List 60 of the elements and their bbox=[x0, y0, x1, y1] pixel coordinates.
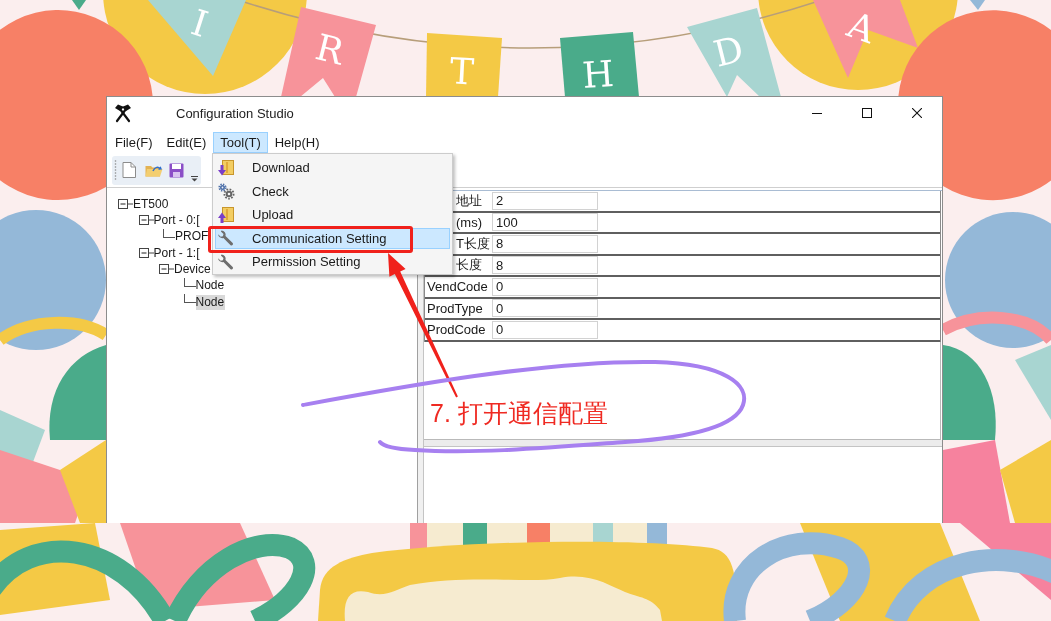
flag-letter: T bbox=[448, 50, 475, 93]
dropdown-item[interactable]: Check bbox=[215, 180, 450, 202]
gears-icon bbox=[217, 182, 235, 201]
download-icon bbox=[217, 158, 235, 177]
minus-box-icon[interactable] bbox=[159, 264, 174, 275]
value-field[interactable]: 0 bbox=[492, 299, 598, 318]
tree-item[interactable]: Node bbox=[195, 294, 226, 310]
new-document-icon[interactable] bbox=[122, 162, 136, 178]
tree-item[interactable]: Port - 0:[ bbox=[153, 213, 201, 228]
dropdown-item[interactable]: Download bbox=[215, 157, 450, 179]
menu-item[interactable]: File(F) bbox=[108, 132, 160, 153]
property-label: 地址 bbox=[456, 192, 482, 208]
value-field[interactable]: 8 bbox=[492, 256, 598, 275]
value-field[interactable]: 0 bbox=[492, 277, 598, 296]
window-title: Configuration Studio bbox=[176, 105, 294, 121]
wrench-icon bbox=[217, 252, 235, 271]
tree-item[interactable]: ET500 bbox=[133, 196, 170, 212]
property-label: T长度 bbox=[456, 235, 490, 251]
value-field[interactable]: 2 bbox=[492, 191, 598, 210]
tree-item[interactable]: Device bbox=[174, 261, 212, 277]
open-folder-icon[interactable] bbox=[145, 163, 163, 177]
property-label: VendCode bbox=[427, 279, 488, 295]
minus-box-icon[interactable] bbox=[138, 215, 154, 226]
value-field[interactable]: 8 bbox=[492, 234, 598, 253]
hammers-icon bbox=[113, 103, 133, 123]
caret-icon[interactable] bbox=[191, 175, 198, 182]
tree-item[interactable]: Port - 1:[ bbox=[153, 245, 201, 261]
annotation-text: 7. 打开通信配置 bbox=[430, 398, 608, 429]
value-field[interactable]: 0 bbox=[492, 320, 598, 339]
value-field[interactable]: 100 bbox=[492, 213, 598, 232]
menu-item[interactable]: Tool(T) bbox=[213, 132, 268, 153]
property-label: 长度 bbox=[456, 257, 482, 273]
grip-icon[interactable] bbox=[114, 160, 117, 180]
flag-letter: D bbox=[709, 28, 748, 75]
save-icon[interactable] bbox=[169, 162, 184, 178]
flag-letter: I bbox=[186, 1, 213, 46]
tree-connector bbox=[163, 228, 175, 238]
minimize-icon bbox=[812, 112, 822, 114]
close-icon bbox=[912, 108, 922, 118]
dropdown-item[interactable]: Upload bbox=[215, 204, 450, 226]
dropdown-item[interactable]: Permission Setting bbox=[215, 251, 450, 273]
tree-item[interactable]: Node bbox=[195, 278, 226, 294]
wrench-icon bbox=[217, 229, 235, 248]
minus-box-icon[interactable] bbox=[138, 248, 154, 259]
maximize-icon bbox=[862, 108, 872, 118]
property-label: ProdCode bbox=[427, 322, 486, 338]
flag-letter: A bbox=[842, 3, 881, 52]
tree-item[interactable]: PROF bbox=[175, 229, 210, 245]
flag-letter: H bbox=[581, 52, 616, 97]
property-label: ProdType bbox=[427, 300, 483, 316]
dropdown-item[interactable]: Communication Setting bbox=[215, 227, 450, 249]
horizontal-splitter[interactable] bbox=[424, 439, 942, 447]
tree-connector bbox=[183, 277, 196, 287]
minus-box-icon[interactable] bbox=[118, 199, 133, 210]
property-label: (ms) bbox=[456, 214, 482, 230]
upload-icon bbox=[217, 205, 235, 224]
menu-item[interactable]: Edit(E) bbox=[159, 132, 214, 153]
flag-letter: R bbox=[311, 26, 348, 73]
tree-connector bbox=[183, 293, 196, 303]
menu-item[interactable]: Help(H) bbox=[267, 132, 327, 153]
